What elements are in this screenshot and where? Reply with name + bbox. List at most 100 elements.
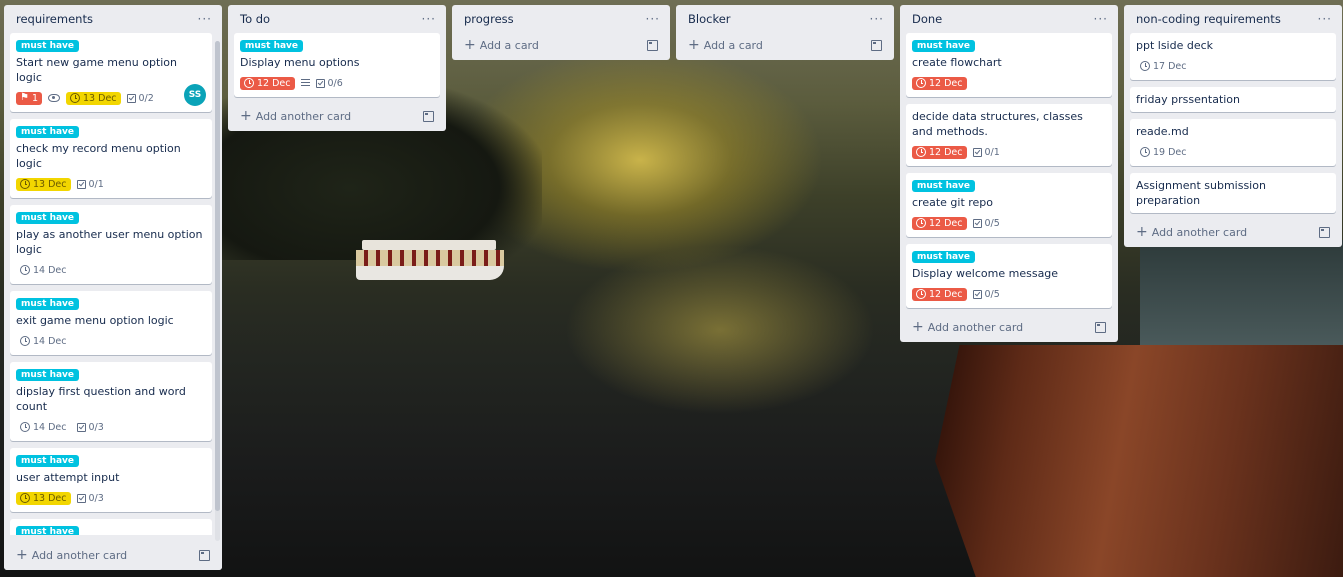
list-title[interactable]: progress	[464, 12, 514, 26]
due-date: 12 Dec	[929, 217, 963, 229]
clock-icon	[20, 493, 30, 503]
card[interactable]: reade.md 19 Dec	[1130, 119, 1336, 166]
list-menu-icon[interactable]: ···	[198, 12, 212, 26]
due-date-badge[interactable]: 14 Dec	[16, 335, 71, 348]
card[interactable]: decide data structures, classes and meth…	[906, 104, 1112, 166]
list-title[interactable]: requirements	[16, 12, 93, 26]
card-label-must-have: must have	[16, 298, 80, 310]
clock-icon	[916, 289, 926, 299]
due-date-badge[interactable]: 12 Dec	[912, 145, 967, 159]
card-title: check my record menu option logic	[16, 142, 181, 170]
due-date-badge[interactable]: 19 Dec	[1136, 146, 1191, 159]
card[interactable]: must have create git repo 12 Dec 0/5	[906, 173, 1112, 237]
card[interactable]: must have exit game menu option logic 14 D…	[10, 291, 212, 355]
checklist-badge: 0/5	[972, 288, 1000, 300]
clock-icon	[244, 78, 254, 88]
list-title[interactable]: non-coding requirements	[1136, 12, 1281, 26]
due-date-badge[interactable]: 14 Dec	[16, 421, 71, 434]
card[interactable]: must have Display welcome message 12 Dec 0/…	[906, 244, 1112, 308]
list-title[interactable]: Done	[912, 12, 942, 26]
card[interactable]: Assignment submission preparation	[1130, 173, 1336, 213]
card[interactable]: must have dipslay first question and word…	[10, 362, 212, 441]
list-title[interactable]: To do	[240, 12, 270, 26]
card-title: ppt lside deck	[1136, 39, 1214, 52]
due-date-badge[interactable]: 17 Dec	[1136, 60, 1191, 73]
due-date-badge[interactable]: 13 Dec	[16, 491, 71, 505]
due-date-badge[interactable]: 12 Dec	[240, 76, 295, 90]
background-boat-hull	[935, 345, 1343, 577]
card-list: must have Display menu options 12 Dec 0/6	[228, 33, 446, 97]
due-date-badge[interactable]: 12 Dec	[912, 76, 967, 90]
card-label-must-have: must have	[912, 180, 976, 192]
list-menu-icon[interactable]: ···	[422, 12, 436, 26]
plus-icon: +	[1136, 224, 1148, 240]
card[interactable]: must have create flowchart 12 Dec	[906, 33, 1112, 97]
card[interactable]: must have check my record menu option log…	[10, 119, 212, 198]
card[interactable]: ppt lside deck 17 Dec	[1130, 33, 1336, 80]
card[interactable]: must have Display menu options 12 Dec 0/6	[234, 33, 440, 97]
card-title: Display menu options	[240, 56, 360, 69]
add-card-label: Add a card	[703, 39, 763, 52]
card-title: Display welcome message	[912, 267, 1059, 280]
list-3: Blocker ··· + Add a card	[676, 5, 894, 60]
list-scrollbar[interactable]	[215, 41, 220, 541]
scrollbar-thumb[interactable]	[215, 41, 220, 511]
bell-icon: ⚑	[20, 92, 29, 103]
checklist-badge: 0/3	[76, 493, 104, 504]
list-menu-icon[interactable]: ···	[870, 12, 884, 26]
due-date: 14 Dec	[33, 335, 67, 347]
list-header: Done ···	[900, 5, 1118, 33]
card-label-must-have: must have	[16, 40, 80, 52]
list-title[interactable]: Blocker	[688, 12, 731, 26]
due-date-badge[interactable]: 12 Dec	[912, 287, 967, 301]
checklist-badge: 0/2	[126, 93, 154, 104]
checklist-count: 0/5	[984, 288, 1000, 300]
add-card-label: Add another card	[31, 549, 128, 562]
due-date: 14 Dec	[33, 264, 67, 276]
add-card-button[interactable]: + Add a card	[452, 33, 670, 60]
card[interactable]: must have user attempt input 13 Dec 0/3	[10, 448, 212, 512]
plus-icon: +	[240, 108, 252, 124]
card-title: user attempt input	[16, 471, 120, 484]
due-date: 14 Dec	[33, 421, 67, 433]
due-date: 17 Dec	[1153, 60, 1187, 72]
card[interactable]: friday prssentation	[1130, 87, 1336, 112]
card[interactable]: must havetrack user score	[10, 519, 212, 535]
card-title: create flowchart	[912, 56, 1002, 69]
list-menu-icon[interactable]: ···	[1318, 12, 1332, 26]
checklist-badge: 0/6	[315, 78, 343, 89]
checklist-badge: 0/3	[76, 421, 104, 433]
list-menu-icon[interactable]: ···	[646, 12, 660, 26]
due-date-badge[interactable]: 13 Dec	[16, 177, 71, 191]
card-template-icon[interactable]	[871, 40, 882, 51]
member-avatar[interactable]: SS	[184, 84, 206, 106]
card-template-icon[interactable]	[423, 111, 434, 122]
due-date-badge[interactable]: 13 Dec	[66, 91, 121, 105]
list-4: Done ··· must have create flowchart 12 Dec de…	[900, 5, 1118, 342]
list-menu-icon[interactable]: ···	[1094, 12, 1108, 26]
add-card-button[interactable]: + Add a card	[676, 33, 894, 60]
plus-icon: +	[912, 319, 924, 335]
add-card-text: + Add another card	[912, 319, 1023, 335]
due-date: 12 Dec	[929, 77, 963, 89]
card[interactable]: must have Start new game menu option logi…	[10, 33, 212, 112]
card-template-icon[interactable]	[199, 550, 210, 561]
clock-icon	[20, 336, 30, 346]
checklist-count: 0/3	[88, 421, 104, 433]
add-card-button[interactable]: + Add another card	[4, 543, 222, 570]
due-date-badge[interactable]: 14 Dec	[16, 264, 71, 277]
due-date: 19 Dec	[1153, 146, 1187, 158]
due-date: 12 Dec	[929, 146, 963, 158]
add-card-button[interactable]: + Add another card	[1124, 220, 1342, 247]
add-card-button[interactable]: + Add another card	[900, 315, 1118, 342]
card[interactable]: must have play as another user menu optio…	[10, 205, 212, 284]
add-card-button[interactable]: + Add another card	[228, 104, 446, 131]
card-template-icon[interactable]	[647, 40, 658, 51]
card-template-icon[interactable]	[1319, 227, 1330, 238]
due-date-badge[interactable]: 12 Dec	[912, 216, 967, 230]
card-label-must-have: must have	[16, 526, 80, 535]
checklist-badge: 0/1	[972, 147, 1000, 158]
card-template-icon[interactable]	[1095, 322, 1106, 333]
card-badges: 14 Dec 0/3	[16, 418, 206, 436]
clock-icon	[916, 147, 926, 157]
